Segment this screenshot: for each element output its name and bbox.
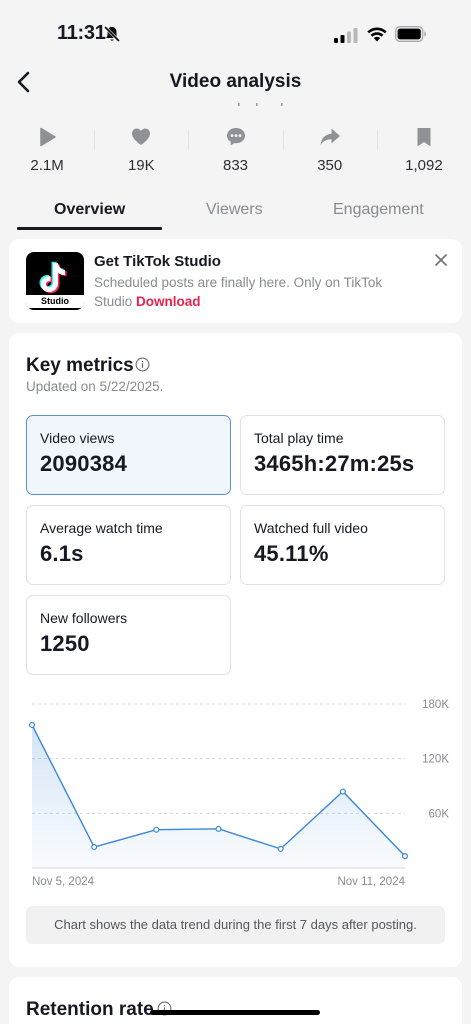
share-icon (320, 128, 340, 145)
active-tab-indicator (17, 227, 162, 230)
stat-value: 833 (222, 157, 249, 174)
tab-overview[interactable]: Overview (54, 201, 125, 219)
metric-label: Total play time (254, 430, 344, 446)
data-point (277, 845, 284, 852)
metric-value: 45.11% (254, 541, 329, 566)
info-icon[interactable] (135, 357, 150, 372)
logo-studio-label: Studio (26, 295, 84, 308)
x-tick-label: Nov 5, 2024 (32, 876, 95, 888)
y-tick-label: 180K (422, 699, 449, 711)
chart-note: Chart shows the data trend during the fi… (26, 906, 445, 944)
battery-icon (395, 26, 426, 42)
stat-value: 19K (127, 157, 155, 174)
tiktok-studio-logo: Studio (26, 252, 84, 310)
data-point (215, 825, 222, 832)
metric-value: 3465h:27m:25s (254, 451, 415, 476)
tab-bar: Overview Viewers Engagement (0, 196, 471, 232)
series-area (32, 724, 405, 868)
stat-value: 1,092 (405, 157, 443, 174)
video-views-chart: 180K 120K 60K Nov 5, 2024 Nov 11, 2024 (28, 699, 450, 888)
retention-rate-card: Retention rate (9, 977, 462, 1024)
updated-date: Updated on 5/22/2025. (26, 379, 164, 394)
data-point (402, 853, 409, 860)
data-point (339, 788, 346, 795)
y-tick-label: 60K (429, 808, 450, 820)
header: Video analysis (0, 62, 471, 102)
comment-icon (226, 128, 245, 146)
tab-engagement[interactable]: Engagement (333, 201, 424, 219)
metric-label: New followers (40, 610, 128, 626)
key-metrics-card: Key metrics Updated on 5/22/2025. Video … (9, 333, 462, 967)
stat-comments: 833 (188, 122, 282, 178)
metric-value: 6.1s (40, 541, 84, 566)
heart-icon (132, 128, 151, 145)
status-bar: 11:31 (0, 0, 471, 64)
y-tick-label: 120K (422, 754, 449, 766)
cellular-signal-icon (334, 28, 358, 43)
metric-label: Average watch time (40, 520, 163, 536)
metric-new-followers[interactable]: New followers 1250 (26, 595, 231, 675)
data-point (91, 844, 98, 851)
close-icon[interactable] (434, 253, 448, 267)
decorative-marks (238, 103, 283, 106)
metric-value: 2090384 (40, 451, 128, 476)
metric-label: Watched full video (254, 520, 368, 536)
stat-value: 2.1M (30, 157, 64, 174)
metric-label: Video views (40, 430, 115, 446)
stat-plays: 2.1M (0, 122, 94, 178)
tiktok-studio-promo: Studio Get TikTok Studio Scheduled posts… (9, 239, 462, 323)
download-link[interactable]: Download (136, 294, 201, 309)
promo-title: Get TikTok Studio (94, 253, 221, 270)
data-point (28, 721, 36, 728)
stats-row: 2.1M 19K 833 350 1,092 (0, 122, 471, 178)
stat-likes: 19K (94, 122, 188, 178)
wifi-icon (367, 27, 387, 42)
status-time: 11:31 (57, 22, 106, 44)
tab-viewers[interactable]: Viewers (206, 201, 263, 219)
retention-rate-title: Retention rate (26, 999, 154, 1020)
key-metrics-title: Key metrics (26, 355, 134, 376)
bell-off-icon (103, 25, 121, 43)
metric-watched-full-video[interactable]: Watched full video 45.11% (240, 505, 445, 585)
metric-video-views[interactable]: Video views 2090384 (26, 415, 231, 495)
home-indicator[interactable] (150, 1010, 320, 1015)
data-point (153, 826, 160, 833)
metric-value: 1250 (40, 631, 90, 656)
stat-saves: 1,092 (376, 122, 471, 178)
play-icon (40, 127, 56, 147)
stat-shares: 350 (282, 122, 377, 178)
tiktok-note-icon (39, 261, 67, 294)
bookmark-icon (417, 128, 431, 146)
metric-total-play-time[interactable]: Total play time 3465h:27m:25s (240, 415, 445, 495)
metric-average-watch-time[interactable]: Average watch time 6.1s (26, 505, 231, 585)
page-title: Video analysis (169, 71, 302, 92)
stat-value: 350 (317, 157, 343, 174)
x-tick-label: Nov 11, 2024 (337, 876, 405, 888)
promo-description: Scheduled posts are finally here. Only o… (94, 273, 414, 311)
